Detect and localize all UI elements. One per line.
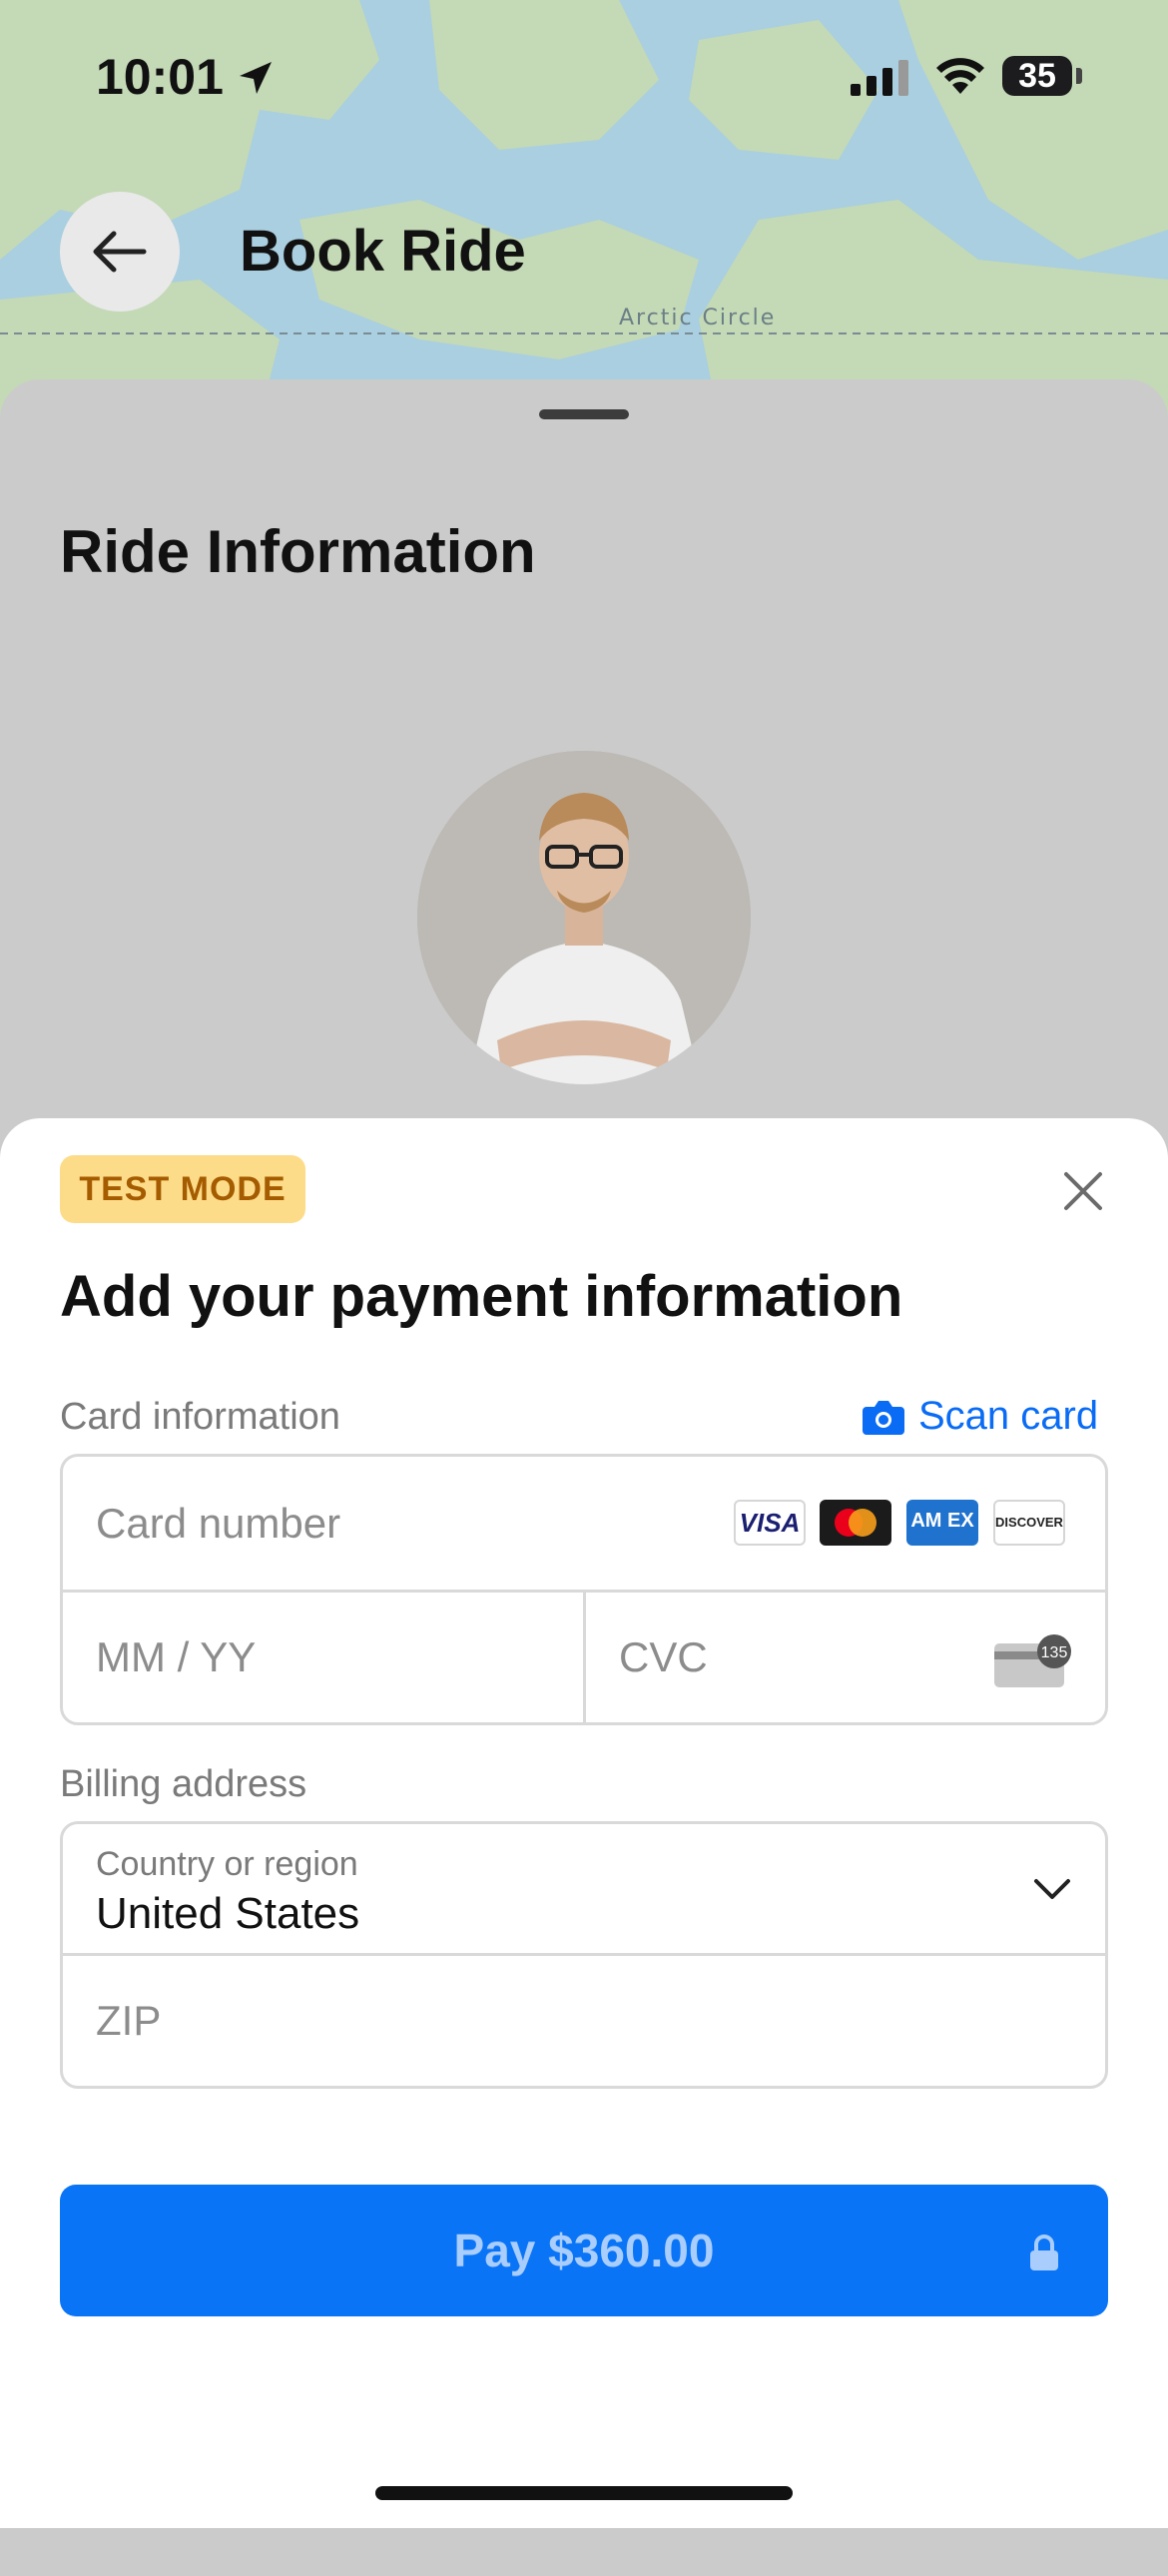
country-label: Country or region [96, 1845, 358, 1883]
billing-address-label: Billing address [60, 1763, 307, 1805]
close-icon[interactable] [1058, 1166, 1108, 1216]
test-mode-badge: TEST MODE [60, 1155, 305, 1223]
expiry-input[interactable]: MM / YY [96, 1633, 256, 1681]
arrow-left-icon [93, 231, 147, 273]
cvc-card-icon: 135 [994, 1634, 1071, 1687]
camera-icon [863, 1400, 904, 1435]
scan-card-button[interactable]: Scan card [863, 1394, 1098, 1439]
ride-information-title: Ride Information [60, 518, 536, 585]
battery-cap [1076, 68, 1082, 84]
back-button[interactable] [60, 192, 180, 312]
driver-avatar [417, 751, 751, 1084]
amex-logo: AM EX [906, 1500, 978, 1546]
expiry-cvc-divider [583, 1592, 586, 1722]
card-number-input[interactable]: Card number [96, 1500, 340, 1548]
discover-logo: DISCOVER [993, 1500, 1065, 1546]
scan-card-label: Scan card [918, 1394, 1099, 1438]
visa-logo: VISA [734, 1500, 806, 1546]
zip-input[interactable]: ZIP [96, 1997, 161, 2045]
home-indicator [375, 2486, 793, 2500]
pay-button-label: Pay $360.00 [453, 2225, 715, 2276]
sheet-drag-handle[interactable] [539, 409, 629, 419]
status-time: 10:01 [96, 49, 224, 105]
battery-indicator: 35 [1002, 56, 1072, 96]
country-select[interactable]: United States [96, 1889, 359, 1939]
payment-title: Add your payment information [60, 1264, 903, 1329]
mastercard-logo [820, 1500, 891, 1546]
pay-button[interactable]: Pay $360.00 [60, 2185, 1108, 2316]
cellular-signal-icon [851, 60, 908, 96]
wifi-icon [936, 58, 984, 94]
billing-divider [63, 1953, 1105, 1956]
arctic-circle-label: Arctic Circle [619, 306, 777, 330]
chevron-down-icon[interactable] [1032, 1875, 1072, 1903]
lock-icon [1030, 2235, 1058, 2270]
page-title: Book Ride [240, 219, 526, 284]
location-arrow-icon [240, 62, 272, 94]
cvc-input[interactable]: CVC [619, 1633, 708, 1681]
cvc-hint-number: 135 [1041, 1644, 1068, 1661]
card-info-label: Card information [60, 1396, 340, 1438]
